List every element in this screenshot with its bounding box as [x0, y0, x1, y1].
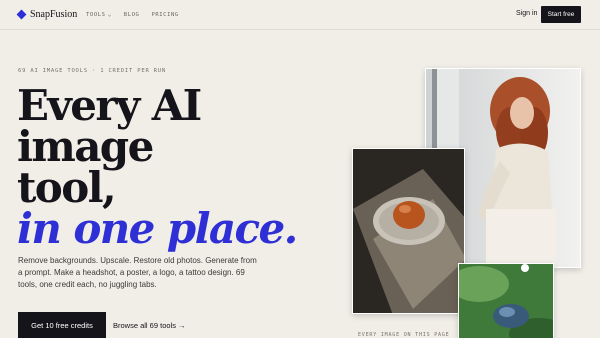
browse-tools-link[interactable]: Browse all 69 tools →	[113, 321, 186, 330]
brand-name: SnapFusion	[30, 9, 78, 20]
nav-link-tools-label: TOOLS	[86, 11, 106, 18]
top-nav: SnapFusion TOOLS ⌄ BLOG PRICING Sign in …	[0, 0, 600, 30]
chevron-down-icon: ⌄	[107, 11, 112, 18]
start-free-button[interactable]: Start free	[541, 6, 581, 23]
get-free-credits-button[interactable]: Get 10 free credits	[18, 312, 106, 338]
nav-link-tools[interactable]: TOOLS ⌄	[86, 11, 112, 18]
brand-logo[interactable]: SnapFusion	[16, 9, 78, 20]
headline-line-1: Every AI image	[17, 81, 202, 171]
gallery-caption: EVERY IMAGE ON THIS PAGE	[358, 332, 450, 338]
headline-accent: in one place.	[17, 204, 298, 253]
hero-eyebrow: 69 AI IMAGE TOOLS · 1 CREDIT PER RUN	[18, 68, 167, 74]
nav-link-pricing[interactable]: PRICING	[151, 11, 178, 18]
gallery-photo-still-life	[352, 148, 465, 314]
nav-links: TOOLS ⌄ BLOG PRICING	[86, 11, 179, 18]
sign-in-link[interactable]: Sign in	[516, 10, 537, 17]
diamond-logo-icon	[16, 9, 27, 20]
gallery-photo-beetle	[458, 263, 554, 338]
nav-link-blog[interactable]: BLOG	[124, 11, 140, 18]
hero-description: Remove backgrounds. Upscale. Restore old…	[18, 256, 257, 289]
hero-headline: Every AI image tool, in one place.	[17, 85, 347, 253]
